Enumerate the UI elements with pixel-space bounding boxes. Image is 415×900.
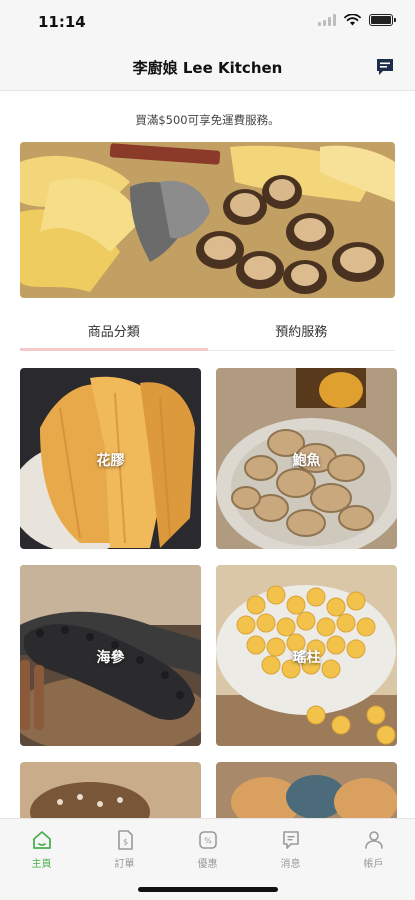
- category-card-partial-2[interactable]: [216, 762, 397, 822]
- tab-product-categories[interactable]: 商品分類: [20, 313, 208, 351]
- category-label: 鮑魚: [292, 453, 321, 469]
- promo-banner[interactable]: [20, 142, 395, 298]
- svg-text:%: %: [204, 837, 212, 846]
- category-tabs: 商品分類 預約服務: [20, 313, 395, 351]
- account-icon: [364, 831, 383, 849]
- category-card-sea-cucumber[interactable]: 海參: [20, 565, 201, 746]
- category-card-fish-maw[interactable]: 花膠: [20, 368, 201, 549]
- seafood-image: [216, 762, 397, 822]
- tabbar-item-account[interactable]: 帳戶: [332, 828, 415, 870]
- status-time: 11:14: [38, 13, 86, 31]
- bottom-tab-bar: 主頁 $ 訂單 % 優惠 消息 帳戶: [0, 818, 415, 900]
- tabbar-item-offers[interactable]: % 優惠: [166, 828, 249, 870]
- page-title: 李廚娘 Lee Kitchen: [132, 59, 283, 77]
- svg-text:$: $: [122, 838, 127, 847]
- tabbar-label: 主頁: [31, 859, 52, 870]
- category-label: 瑤柱: [292, 650, 321, 666]
- category-label: 花膠: [96, 453, 125, 469]
- signal-icon: [318, 14, 336, 26]
- home-indicator[interactable]: [138, 887, 278, 892]
- coupon-icon: %: [198, 831, 217, 849]
- category-label: 海參: [96, 650, 125, 666]
- category-card-partial-1[interactable]: [20, 762, 201, 822]
- wifi-icon: [344, 14, 361, 26]
- category-card-dried-scallop[interactable]: 瑤柱: [216, 565, 397, 746]
- tabbar-item-orders[interactable]: $ 訂單: [83, 828, 166, 870]
- tabbar-label: 優惠: [197, 859, 218, 870]
- category-card-abalone[interactable]: 鮑魚: [216, 368, 397, 549]
- message-icon: [282, 831, 299, 849]
- status-icons: [318, 14, 396, 26]
- tabbar-label: 訂單: [114, 859, 135, 870]
- tabbar-label: 帳戶: [363, 859, 384, 870]
- tabbar-item-home[interactable]: 主頁: [0, 828, 83, 870]
- tabbar-item-messages[interactable]: 消息: [249, 828, 332, 870]
- free-shipping-notice: 買滿$500可享免運費服務。: [135, 113, 280, 127]
- battery-icon: [369, 14, 396, 26]
- nav-bar: 李廚娘 Lee Kitchen: [0, 44, 415, 91]
- status-bar: 11:14: [0, 0, 415, 44]
- chat-icon[interactable]: [375, 57, 395, 77]
- tabbar-label: 消息: [280, 859, 301, 870]
- tab-booking-service[interactable]: 預約服務: [208, 313, 396, 350]
- mushroom-image: [20, 762, 201, 822]
- banner-image: [20, 142, 395, 298]
- order-icon: $: [117, 830, 133, 850]
- home-icon: [32, 831, 51, 849]
